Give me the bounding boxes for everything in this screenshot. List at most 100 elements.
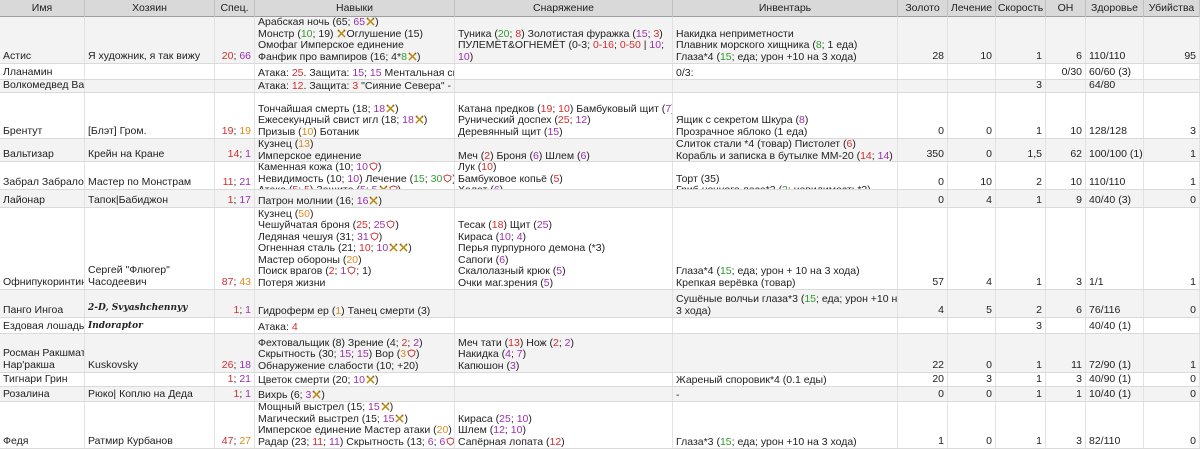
cell-name[interactable]: Вальтизар <box>0 139 85 161</box>
cell-inventory[interactable]: - <box>673 387 898 401</box>
cell-name[interactable]: Волкомедвед Ваббаджекович Саси <box>0 80 85 92</box>
cell-kills[interactable]: 0 <box>1144 373 1200 386</box>
header-gold[interactable]: Золото <box>898 0 948 17</box>
cell-skills[interactable]: Каменная кожа (10; 10) Невидимость (10; 1… <box>255 162 455 189</box>
cell-spec[interactable]: 1; 1 <box>215 290 255 317</box>
cell-owner[interactable]: Indoraptor <box>85 318 215 333</box>
cell-on[interactable] <box>1046 318 1086 333</box>
cell-gold[interactable]: 0 <box>898 162 948 189</box>
cell-on[interactable]: 0/30 <box>1046 64 1086 79</box>
cell-heal[interactable]: 0 <box>948 334 996 372</box>
cell-gold[interactable]: 1 <box>898 402 948 448</box>
cell-inventory[interactable]: Ящик с секретом Шкура (8) Прозрачное ябло… <box>673 93 898 138</box>
cell-spec[interactable]: 19; 19 <box>215 93 255 138</box>
cell-heal[interactable]: 0 <box>948 402 996 448</box>
cell-speed[interactable]: 1,5 <box>996 139 1046 161</box>
cell-inventory[interactable]: Глаза*3 (15; еда; урон +10 на 3 хода) <box>673 402 898 448</box>
cell-owner[interactable]: Я художник, я так вижу <box>85 17 215 63</box>
cell-health[interactable]: 64/80 <box>1086 80 1144 92</box>
table-row[interactable]: Росман Ракшмат Нар'ракша Kuskovsky 26; 18 Фе… <box>0 334 1200 373</box>
header-skills[interactable]: Навыки <box>255 0 455 17</box>
cell-name[interactable]: Лайонар <box>0 190 85 207</box>
cell-gear[interactable] <box>455 387 673 401</box>
cell-skills[interactable]: Атака: 25. Защита: 15; 15 Ментальная свя… <box>255 64 455 79</box>
cell-gold[interactable] <box>898 64 948 79</box>
cell-on[interactable]: 3 <box>1046 208 1086 289</box>
cell-health[interactable]: 110/110 <box>1086 162 1144 189</box>
cell-skills[interactable]: Вихрь (6; 3) <box>255 387 455 401</box>
cell-inventory[interactable]: Глаза*4 (15; еда; урон + 10 на 3 хода) Кр… <box>673 208 898 289</box>
cell-gear[interactable] <box>455 64 673 79</box>
cell-skills[interactable]: Цветок смерти (20; 10) <box>255 373 455 386</box>
cell-owner[interactable]: Kuskovsky <box>85 334 215 372</box>
cell-inventory[interactable] <box>673 80 898 92</box>
cell-skills[interactable]: Патрон молнии (16; 16) <box>255 190 455 207</box>
cell-gold[interactable]: 0 <box>898 387 948 401</box>
cell-kills[interactable]: 0 <box>1144 190 1200 207</box>
cell-speed[interactable]: 3 <box>996 80 1046 92</box>
cell-heal[interactable]: 0 <box>948 93 996 138</box>
cell-name[interactable]: Тигнари Грин <box>0 373 85 386</box>
cell-on[interactable]: 10 <box>1046 162 1086 189</box>
header-gear[interactable]: Снаряжение <box>455 0 673 17</box>
cell-skills[interactable]: Арабская ночь (65; 65) Монстр (10; 19) Ог… <box>255 17 455 63</box>
cell-gear[interactable]: Катана предков (19; 10) Бамбуковый щит (… <box>455 93 673 138</box>
cell-gold[interactable]: 28 <box>898 17 948 63</box>
cell-kills[interactable] <box>1144 80 1200 92</box>
cell-on[interactable]: 10 <box>1046 93 1086 138</box>
cell-inventory[interactable]: 0/3: <box>673 64 898 79</box>
cell-health[interactable]: 76/116 <box>1086 290 1144 317</box>
cell-health[interactable]: 100/100 (1) <box>1086 139 1144 161</box>
cell-name[interactable]: Ездовая лошадь <box>0 318 85 333</box>
cell-speed[interactable]: 2 <box>996 162 1046 189</box>
cell-spec[interactable]: 1; 21 <box>215 373 255 386</box>
cell-gear[interactable]: Лук (10)Бамбуковое копьё (5)Халат (6) <box>455 162 673 189</box>
cell-spec[interactable]: 87; 43 <box>215 208 255 289</box>
cell-kills[interactable]: 1 <box>1144 162 1200 189</box>
header-kills[interactable]: Убийства <box>1144 0 1200 17</box>
cell-heal[interactable]: 3 <box>948 373 996 386</box>
cell-gold[interactable]: 0 <box>898 93 948 138</box>
cell-heal[interactable]: 0 <box>948 139 996 161</box>
table-row[interactable]: Волкомедвед Ваббаджекович Саси Атака: 12.… <box>0 80 1200 93</box>
cell-kills[interactable]: 0 <box>1144 290 1200 317</box>
cell-speed[interactable] <box>996 64 1046 79</box>
cell-inventory[interactable] <box>673 190 898 207</box>
cell-health[interactable]: 60/60 (3) <box>1086 64 1144 79</box>
cell-gold[interactable]: 4 <box>898 290 948 317</box>
header-health[interactable]: Здоровье <box>1086 0 1144 17</box>
cell-inventory[interactable]: Накидка неприметности Плавник морского хи… <box>673 17 898 63</box>
cell-speed[interactable]: 1 <box>996 93 1046 138</box>
cell-name[interactable]: Забрал Забралов <box>0 162 85 189</box>
cell-health[interactable]: 40/90 (1) <box>1086 373 1144 386</box>
cell-owner[interactable]: Сергей "Флюгер" Часодеевич <box>85 208 215 289</box>
header-inventory[interactable]: Инвентарь <box>673 0 898 17</box>
cell-on[interactable]: 11 <box>1046 334 1086 372</box>
cell-on[interactable]: 1 <box>1046 387 1086 401</box>
header-name[interactable]: Имя <box>0 0 85 17</box>
cell-kills[interactable]: 3 <box>1144 93 1200 138</box>
cell-heal[interactable]: 10 <box>948 162 996 189</box>
cell-spec[interactable] <box>215 64 255 79</box>
cell-name[interactable]: Лланамин <box>0 64 85 79</box>
cell-health[interactable]: 128/128 <box>1086 93 1144 138</box>
cell-speed[interactable]: 1 <box>996 208 1046 289</box>
cell-owner[interactable]: Ратмир Курбанов <box>85 402 215 448</box>
cell-owner[interactable]: [Блэт] Гром. <box>85 93 215 138</box>
cell-health[interactable]: 82/110 <box>1086 402 1144 448</box>
cell-speed[interactable]: 1 <box>996 402 1046 448</box>
cell-skills[interactable]: Кузнец (13) Имперское единение <box>255 139 455 161</box>
cell-health[interactable]: 1/1 <box>1086 208 1144 289</box>
cell-health[interactable]: 40/40 (3) <box>1086 190 1144 207</box>
cell-on[interactable]: 6 <box>1046 290 1086 317</box>
table-row[interactable]: Тигнари Грин 1; 21 Цветок смерти (20; 10) Ж… <box>0 373 1200 387</box>
cell-spec[interactable]: 11; 21 <box>215 162 255 189</box>
cell-gear[interactable]: Кираса (25; 10) Шлем (12; 10) Сапёрная лоп… <box>455 402 673 448</box>
cell-kills[interactable]: 0 <box>1144 387 1200 401</box>
cell-owner[interactable]: Крейн на Кране <box>85 139 215 161</box>
cell-kills[interactable] <box>1144 318 1200 333</box>
cell-gear[interactable] <box>455 80 673 92</box>
cell-kills[interactable]: 95 <box>1144 17 1200 63</box>
cell-name[interactable]: Астис <box>0 17 85 63</box>
cell-inventory[interactable]: Жареный споровик*4 (0.1 еды) <box>673 373 898 386</box>
